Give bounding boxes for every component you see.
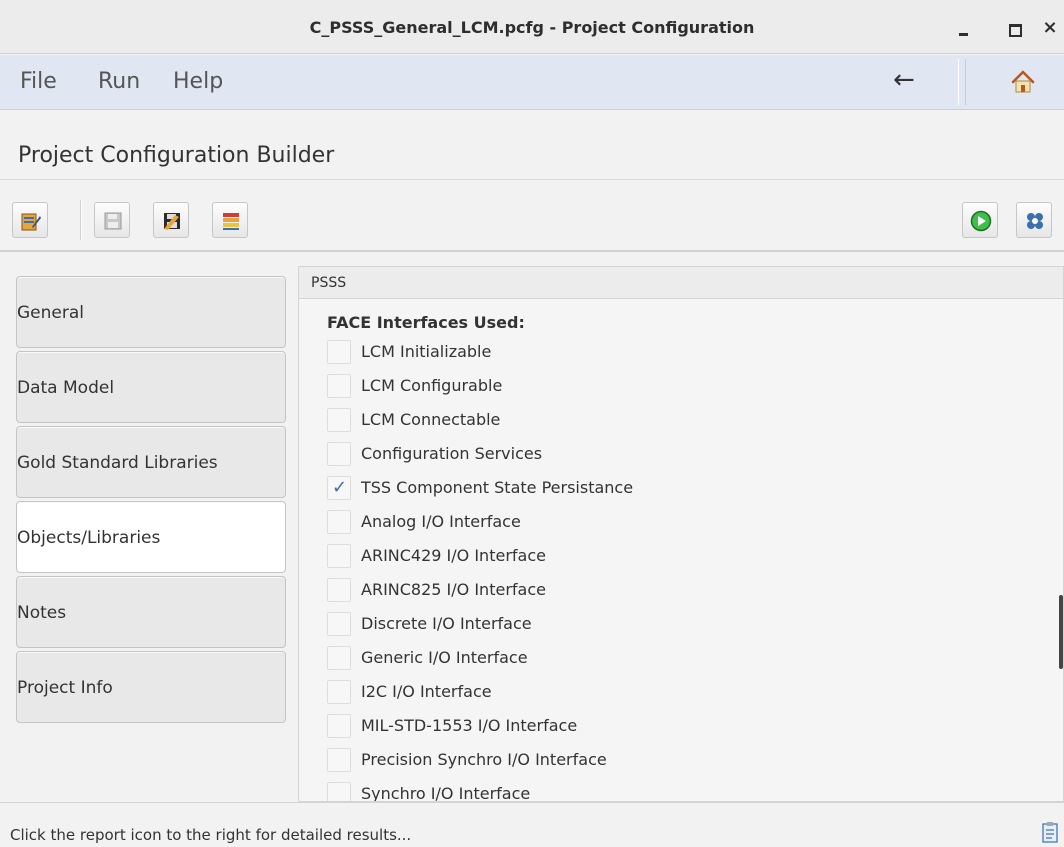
interface-checkbox[interactable] bbox=[327, 646, 351, 670]
menu-help[interactable]: Help bbox=[173, 69, 223, 94]
window-titlebar: C_PSSS_General_LCM.pcfg - Project Config… bbox=[0, 0, 1064, 54]
sidebar-item-project-info[interactable]: Project Info bbox=[16, 651, 286, 723]
sidebar-item-gold-standard-libraries[interactable]: Gold Standard Libraries bbox=[16, 426, 286, 498]
interface-checkbox[interactable] bbox=[327, 476, 351, 500]
panel-header: PSSS bbox=[299, 267, 1063, 299]
interface-label: MIL-STD-1553 I/O Interface bbox=[361, 716, 578, 735]
save-button[interactable] bbox=[94, 202, 130, 238]
interface-label: TSS Component State Persistance bbox=[361, 478, 634, 497]
save-as-icon bbox=[164, 213, 180, 230]
save-as-button[interactable] bbox=[153, 202, 189, 238]
interface-checkbox[interactable] bbox=[327, 748, 351, 772]
sidebar-item-general[interactable]: General bbox=[16, 276, 286, 348]
interface-checkbox[interactable] bbox=[327, 442, 351, 466]
interface-checkbox[interactable] bbox=[327, 374, 351, 398]
interface-label: I2C I/O Interface bbox=[361, 682, 492, 701]
interface-checkbox[interactable] bbox=[327, 680, 351, 704]
sidebar-item-label: Data Model bbox=[17, 378, 115, 398]
window-title: C_PSSS_General_LCM.pcfg - Project Config… bbox=[309, 18, 755, 37]
sidebar-item-label: Gold Standard Libraries bbox=[17, 453, 218, 473]
sidebar-item-label: Objects/Libraries bbox=[17, 528, 161, 548]
page-title: Project Configuration Builder bbox=[18, 143, 335, 168]
edit-config-button[interactable] bbox=[12, 202, 48, 238]
interface-checkbox[interactable] bbox=[327, 544, 351, 568]
settings-icon bbox=[1027, 213, 1043, 229]
header-divider bbox=[0, 179, 1064, 180]
interface-checkbox[interactable] bbox=[327, 578, 351, 602]
interface-label: Configuration Services bbox=[361, 444, 543, 463]
interface-label: Generic I/O Interface bbox=[361, 648, 528, 667]
report-icon[interactable] bbox=[1040, 821, 1060, 845]
interface-label: ARINC429 I/O Interface bbox=[361, 546, 546, 565]
vertical-scrollbar[interactable] bbox=[1059, 595, 1063, 669]
minimize-icon[interactable] bbox=[955, 18, 975, 38]
interface-label: LCM Initializable bbox=[361, 342, 492, 361]
interface-checkbox[interactable] bbox=[327, 408, 351, 432]
interface-label: Synchro I/O Interface bbox=[361, 784, 531, 802]
statusbar: Click the report icon to the right for d… bbox=[0, 802, 1064, 847]
interface-label: Precision Synchro I/O Interface bbox=[361, 750, 607, 769]
save-icon bbox=[104, 212, 122, 230]
menubar: File Run Help ← bbox=[0, 55, 1064, 110]
sidebar-item-notes[interactable]: Notes bbox=[16, 576, 286, 648]
run-button[interactable] bbox=[962, 202, 998, 238]
library-button[interactable] bbox=[212, 202, 248, 238]
interface-label: ARINC825 I/O Interface bbox=[361, 580, 546, 599]
interface-label: LCM Connectable bbox=[361, 410, 501, 429]
close-icon[interactable]: × bbox=[1040, 18, 1060, 38]
back-arrow-icon[interactable]: ← bbox=[893, 65, 915, 95]
library-icon bbox=[223, 213, 239, 230]
panel-heading: PSSS bbox=[311, 275, 347, 291]
home-icon[interactable] bbox=[1010, 69, 1036, 95]
menu-file[interactable]: File bbox=[20, 69, 57, 94]
builder-header: Project Configuration Builder bbox=[0, 111, 1064, 191]
interface-checkbox[interactable] bbox=[327, 714, 351, 738]
menu-run[interactable]: Run bbox=[98, 69, 140, 94]
interface-label: Analog I/O Interface bbox=[361, 512, 521, 531]
section-title: FACE Interfaces Used: bbox=[327, 313, 525, 332]
maximize-icon[interactable] bbox=[1005, 18, 1025, 38]
interface-checkbox[interactable] bbox=[327, 782, 351, 801]
sidebar-item-label: General bbox=[17, 303, 84, 323]
interfaces-panel: PSSS FACE Interfaces Used: LCM Initializ… bbox=[298, 266, 1064, 802]
menu-separator bbox=[958, 59, 966, 105]
interface-checkbox[interactable] bbox=[327, 612, 351, 636]
toolbar bbox=[0, 190, 1064, 252]
sidebar-item-data-model[interactable]: Data Model bbox=[16, 351, 286, 423]
edit-config-icon bbox=[21, 213, 41, 231]
interface-checkbox[interactable] bbox=[327, 510, 351, 534]
toolbar-separator bbox=[80, 200, 82, 240]
interface-checkbox[interactable] bbox=[327, 340, 351, 364]
settings-button[interactable] bbox=[1016, 202, 1052, 238]
sidebar-item-objects-libraries[interactable]: Objects/Libraries bbox=[16, 501, 286, 573]
status-text: Click the report icon to the right for d… bbox=[10, 826, 412, 844]
interface-label: Discrete I/O Interface bbox=[361, 614, 532, 633]
interface-label: LCM Configurable bbox=[361, 376, 503, 395]
run-icon bbox=[970, 210, 992, 232]
sidebar-item-label: Project Info bbox=[17, 678, 113, 698]
sidebar-item-label: Notes bbox=[17, 603, 67, 623]
